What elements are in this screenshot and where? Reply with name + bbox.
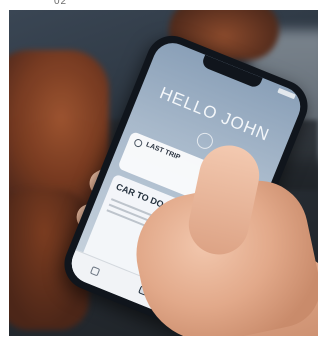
top-crop-strip: 02	[9, 0, 89, 10]
photo-frame: 02 HELLO JOHN LAST TRIP CAR TO DOOR	[0, 0, 327, 342]
trip-icon	[133, 137, 144, 149]
last-trip-title: LAST TRIP	[144, 141, 182, 162]
tab-home[interactable]	[84, 264, 106, 281]
avatar-icon[interactable]	[194, 130, 216, 152]
top-crop-text: 02	[54, 0, 68, 7]
home-tab-icon	[89, 266, 101, 277]
greeting-title: HELLO JOHN	[156, 83, 273, 145]
photo: HELLO JOHN LAST TRIP CAR TO DOOR	[9, 10, 318, 336]
